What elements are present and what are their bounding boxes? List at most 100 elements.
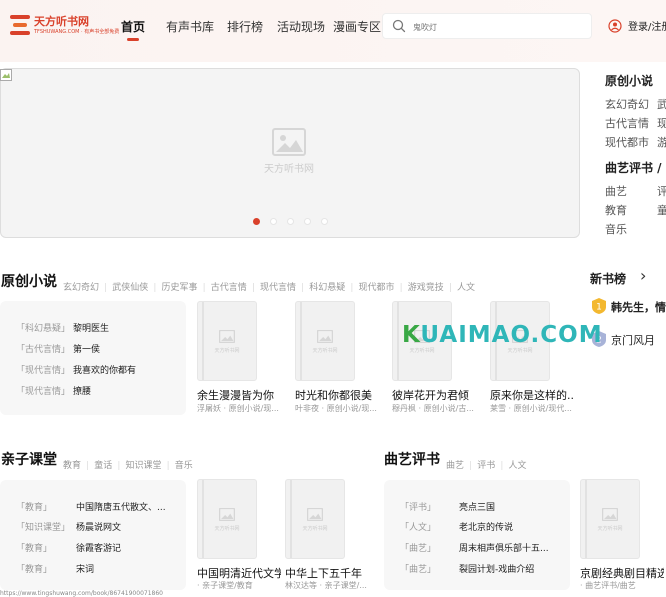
- chevron-right-icon[interactable]: ›: [640, 266, 646, 285]
- broken-image-icon: [0, 69, 12, 81]
- site-logo[interactable]: 天方听书网 TFSHUWANG.COM · 有声书全部免费: [10, 12, 119, 40]
- category-link[interactable]: 人文: [509, 461, 527, 471]
- category-link[interactable]: 科幻悬疑: [309, 283, 345, 293]
- rank-item-name[interactable]: 韩先生，情谊: [611, 299, 666, 315]
- book-meta: 穆丹枫 · 原创小说/古...: [392, 404, 474, 413]
- category-link[interactable]: 教育: [63, 461, 81, 471]
- category-link[interactable]: 历史军事: [162, 283, 198, 293]
- book-cover[interactable]: 天方听书网: [197, 479, 257, 559]
- category-link[interactable]: 人文: [457, 283, 475, 293]
- side-link[interactable]: 现代都市: [605, 134, 649, 150]
- book-meta: · 亲子课堂/教育: [197, 581, 253, 590]
- list-item[interactable]: 「科幻悬疑」 黎明医生: [16, 321, 186, 334]
- list-item[interactable]: 「现代言情」 我喜欢的你都有: [16, 363, 186, 376]
- book-title[interactable]: 彼岸花开为君倾: [392, 387, 476, 403]
- original-category-tabs: 玄幻奇幻 | 武侠仙侠 | 历史军事 | 古代言情 | 现代言情 | 科幻悬疑 …: [63, 283, 476, 293]
- list-item[interactable]: 「知识课堂」 杨晨说网文: [16, 520, 186, 533]
- side-link[interactable]: 童: [657, 202, 666, 218]
- image-placeholder-icon: [218, 329, 236, 344]
- kids-category-tabs: 教育 | 童话 | 知识课堂 | 音乐: [63, 461, 193, 471]
- list-item[interactable]: 「曲艺」 裂园计划-戏曲介绍: [400, 562, 570, 575]
- book-meta: 林汉达等 · 亲子课堂/...: [285, 581, 367, 590]
- list-item[interactable]: 「人文」 老北京的传说: [400, 520, 570, 533]
- image-placeholder-icon: [272, 128, 306, 156]
- rank-title: 新书榜: [590, 272, 627, 286]
- book-cover[interactable]: 天方听书网: [197, 301, 257, 381]
- list-item[interactable]: 「曲艺」 周末相声俱乐部十五...: [400, 541, 570, 554]
- carousel-dot-5[interactable]: [321, 218, 328, 225]
- image-placeholder-icon: [316, 329, 334, 344]
- side-link[interactable]: 玄幻奇幻: [605, 96, 649, 112]
- book-cover[interactable]: 天方听书网: [295, 301, 355, 381]
- book-cover[interactable]: 天方听书网: [580, 479, 640, 559]
- watermark-text: KUAIMAO.COM: [402, 322, 603, 348]
- category-link[interactable]: 音乐: [175, 461, 193, 471]
- category-side-panel: [592, 68, 666, 238]
- carousel-dot-4[interactable]: [304, 218, 311, 225]
- nav-rankings[interactable]: 排行榜: [227, 18, 263, 35]
- side-link[interactable]: 武: [657, 96, 666, 112]
- logo-subtext: TFSHUWANG.COM · 有声书全部免费: [34, 29, 120, 35]
- category-link[interactable]: 知识课堂: [126, 461, 162, 471]
- side-link[interactable]: 音乐: [605, 221, 627, 237]
- logo-mark-icon: [10, 15, 30, 35]
- side-link[interactable]: 曲艺: [605, 183, 627, 199]
- nav-events[interactable]: 活动现场: [277, 18, 325, 35]
- side-link[interactable]: 现: [657, 115, 666, 131]
- list-item[interactable]: 「现代言情」 撩腰: [16, 384, 186, 397]
- book-title[interactable]: 中华上下五千年: [285, 565, 369, 581]
- login-link[interactable]: 登录/注册: [628, 18, 666, 33]
- original-list-card: [0, 301, 186, 415]
- section-title-kids: 亲子课堂: [1, 452, 57, 468]
- list-item[interactable]: 「古代言情」 第一侯: [16, 342, 186, 355]
- category-link[interactable]: 武侠仙侠: [112, 283, 148, 293]
- carousel-dot-2[interactable]: [270, 218, 277, 225]
- status-bar-url: https://www.tingshuwang.com/book/8674190…: [0, 590, 163, 597]
- banner-placeholder: 天方听书网: [261, 128, 317, 178]
- category-link[interactable]: 玄幻奇幻: [63, 283, 99, 293]
- carousel-dot-3[interactable]: [287, 218, 294, 225]
- category-link[interactable]: 现代都市: [359, 283, 395, 293]
- nav-active-indicator: [127, 38, 139, 41]
- nav-home[interactable]: 首页: [121, 18, 145, 35]
- rank-item-name[interactable]: 京门风月: [611, 332, 655, 348]
- rank-badge-gold-icon: 1: [592, 298, 606, 314]
- book-cover[interactable]: 天方听书网: [285, 479, 345, 559]
- nav-audiobooks[interactable]: 有声书库: [166, 18, 214, 35]
- category-link[interactable]: 评书: [477, 461, 495, 471]
- section-title-original: 原创小说: [1, 274, 57, 290]
- book-meta: 浮屠妖 · 原创小说/现...: [197, 404, 279, 413]
- nav-comics[interactable]: 漫画专区: [333, 18, 381, 35]
- side-title-quyi: 曲艺评书 / 亲: [605, 161, 666, 175]
- book-meta: 莱雪 · 原创小说/现代...: [490, 404, 572, 413]
- list-item[interactable]: 「教育」 徐霞客游记: [16, 541, 186, 554]
- search-box[interactable]: [382, 13, 592, 39]
- quyi-category-tabs: 曲艺 | 评书 | 人文: [446, 461, 527, 471]
- side-link[interactable]: 教育: [605, 202, 627, 218]
- book-meta: · 曲艺评书/曲艺: [580, 581, 636, 590]
- search-icon[interactable]: [392, 19, 406, 33]
- book-title[interactable]: 中国明清近代文学: [197, 565, 281, 581]
- list-item[interactable]: 「教育」 中国隋唐五代散文、...: [16, 500, 186, 513]
- carousel-dot-1[interactable]: [253, 218, 260, 225]
- category-link[interactable]: 曲艺: [446, 461, 464, 471]
- image-placeholder-icon: [218, 507, 236, 522]
- category-link[interactable]: 童话: [94, 461, 112, 471]
- list-item[interactable]: 「教育」 宋词: [16, 562, 186, 575]
- book-title[interactable]: 京剧经典剧目精选: [580, 565, 664, 581]
- list-item[interactable]: 「评书」 亮点三国: [400, 500, 570, 513]
- book-title[interactable]: 余生漫漫皆为你: [197, 387, 281, 403]
- category-link[interactable]: 古代言情: [211, 283, 247, 293]
- book-title[interactable]: 原来你是这样的...: [490, 387, 574, 403]
- search-input[interactable]: [413, 19, 583, 35]
- banner-placeholder-text: 天方听书网: [264, 164, 314, 175]
- book-title[interactable]: 时光和你都很美: [295, 387, 379, 403]
- user-icon[interactable]: [608, 19, 622, 33]
- side-link[interactable]: 古代言情: [605, 115, 649, 131]
- rank-number: 1: [596, 303, 602, 313]
- category-link[interactable]: 游戏竞技: [408, 283, 444, 293]
- image-placeholder-icon: [306, 507, 324, 522]
- side-link[interactable]: 评: [657, 183, 666, 199]
- side-link[interactable]: 游: [657, 134, 666, 150]
- category-link[interactable]: 现代言情: [260, 283, 296, 293]
